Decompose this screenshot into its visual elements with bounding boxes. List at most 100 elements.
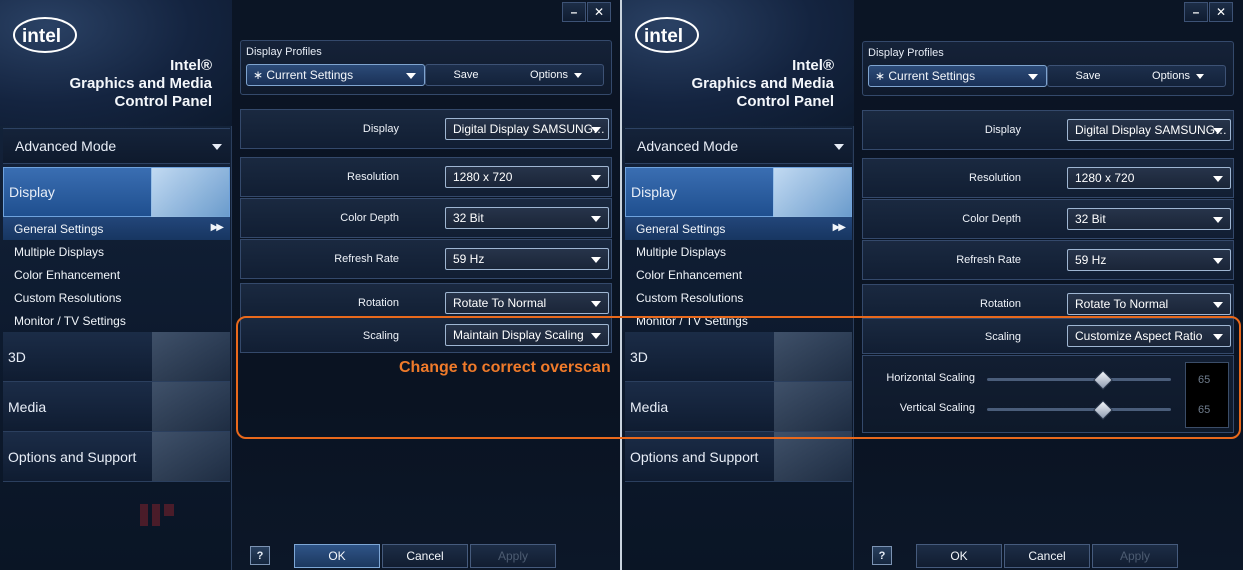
refresh-rate-select[interactable]: 59 Hz	[1067, 249, 1231, 271]
apply-button[interactable]: Apply	[470, 544, 556, 568]
chevron-down-icon	[1213, 128, 1223, 134]
chevron-down-icon	[591, 127, 601, 133]
app-title-line-2: Graphics and Media	[691, 75, 834, 92]
options-label: Options	[1152, 70, 1190, 82]
refresh-rate-row: Refresh Rate 59 Hz	[862, 240, 1234, 280]
refresh-rate-select[interactable]: 59 Hz	[445, 248, 609, 270]
3d-shapes-icon	[152, 332, 230, 381]
nav-label: Monitor / TV Settings	[14, 313, 126, 328]
nav-color-enhancement[interactable]: Color Enhancement	[3, 263, 230, 286]
nav-custom-resolutions[interactable]: Custom Resolutions	[625, 286, 852, 309]
display-value: Digital Display SAMSUNG…	[1075, 123, 1228, 137]
color-depth-value: 32 Bit	[453, 211, 484, 225]
category-options-support[interactable]: Options and Support	[3, 432, 230, 482]
color-depth-select[interactable]: 32 Bit	[1067, 208, 1231, 230]
color-depth-label: Color Depth	[340, 212, 399, 224]
nav-label: Color Enhancement	[636, 267, 743, 282]
window-controls: – ✕	[562, 2, 611, 22]
resolution-row: Resolution 1280 x 720	[862, 158, 1234, 198]
apply-button[interactable]: Apply	[1092, 544, 1178, 568]
chevron-down-icon	[591, 301, 601, 307]
chevron-down-icon	[1195, 73, 1204, 79]
nav-color-enhancement[interactable]: Color Enhancement	[625, 263, 852, 286]
chevron-down-icon	[591, 175, 601, 181]
close-button[interactable]: ✕	[587, 2, 611, 22]
ok-button[interactable]: OK	[916, 544, 1002, 568]
profile-dropdown[interactable]: ∗ Current Settings	[868, 65, 1047, 87]
annotation-highlight	[236, 316, 1241, 439]
app-title-line-3: Control Panel	[114, 93, 212, 110]
nav-general-settings[interactable]: General Settings ▶▶	[625, 217, 852, 240]
rotation-label: Rotation	[358, 297, 399, 309]
category-media[interactable]: Media	[3, 382, 230, 432]
resolution-select[interactable]: 1280 x 720	[1067, 167, 1231, 189]
window-controls: – ✕	[1184, 2, 1233, 22]
help-tools-icon	[152, 432, 230, 481]
refresh-rate-label: Refresh Rate	[956, 254, 1021, 266]
chevron-down-icon	[591, 257, 601, 263]
save-button[interactable]: Save	[1053, 65, 1123, 87]
resolution-select[interactable]: 1280 x 720	[445, 166, 609, 188]
category-3d[interactable]: 3D	[3, 332, 230, 382]
chevron-down-icon	[1213, 258, 1223, 264]
cancel-button[interactable]: Cancel	[382, 544, 468, 568]
nav-label: General Settings	[14, 221, 104, 236]
options-button[interactable]: Options	[1133, 65, 1223, 87]
panel-after: intel Intel® Graphics and Media Control …	[622, 0, 1243, 570]
app-title: Intel® Graphics and Media Control Panel	[691, 57, 834, 111]
save-button[interactable]: Save	[431, 64, 501, 86]
nav-multiple-displays[interactable]: Multiple Displays	[625, 240, 852, 263]
display-select[interactable]: Digital Display SAMSUNG…	[445, 118, 609, 140]
category-display[interactable]: Display	[625, 167, 852, 217]
app-title-line-1: Intel®	[170, 57, 212, 74]
nav-multiple-displays[interactable]: Multiple Displays	[3, 240, 230, 263]
chevron-down-icon	[1028, 74, 1038, 80]
apply-label: Apply	[497, 549, 529, 563]
ok-label: OK	[950, 549, 968, 563]
options-label: Options	[530, 69, 568, 81]
color-depth-select[interactable]: 32 Bit	[445, 207, 609, 229]
category-label: Display	[9, 184, 55, 200]
display-row: Display Digital Display SAMSUNG…	[240, 109, 612, 149]
mode-selector[interactable]: Advanced Mode	[625, 128, 852, 164]
color-depth-row: Color Depth 32 Bit	[862, 199, 1234, 239]
category-display[interactable]: Display	[3, 167, 230, 217]
rotation-label: Rotation	[980, 298, 1021, 310]
minimize-button[interactable]: –	[562, 2, 586, 22]
profile-value: ∗ Current Settings	[875, 69, 976, 83]
svg-text:intel: intel	[22, 26, 61, 47]
mode-selector[interactable]: Advanced Mode	[3, 128, 230, 164]
display-select[interactable]: Digital Display SAMSUNG…	[1067, 119, 1231, 141]
ok-button[interactable]: OK	[294, 544, 380, 568]
mode-label: Advanced Mode	[637, 138, 739, 154]
chevron-down-icon	[1213, 302, 1223, 308]
refresh-rate-label: Refresh Rate	[334, 253, 399, 265]
category-label: Media	[8, 398, 47, 415]
watermark-logo	[140, 504, 174, 526]
help-button[interactable]: ?	[250, 546, 270, 565]
chevron-down-icon	[591, 216, 601, 222]
display-row: Display Digital Display SAMSUNG…	[862, 110, 1234, 150]
cancel-button[interactable]: Cancel	[1004, 544, 1090, 568]
help-button[interactable]: ?	[872, 546, 892, 565]
rotation-select[interactable]: Rotate To Normal	[445, 292, 609, 314]
profile-dropdown[interactable]: ∗ Current Settings	[246, 64, 425, 86]
double-chevron-right-icon: ▶▶	[210, 222, 224, 233]
refresh-rate-value: 59 Hz	[1075, 253, 1107, 267]
resolution-value: 1280 x 720	[1075, 171, 1135, 185]
minimize-button[interactable]: –	[1184, 2, 1208, 22]
app-title: Intel® Graphics and Media Control Panel	[69, 57, 212, 111]
display-profiles: Display Profiles ∗ Current Settings Save…	[862, 41, 1234, 96]
chevron-down-icon	[573, 72, 582, 78]
nav-general-settings[interactable]: General Settings ▶▶	[3, 217, 230, 240]
resolution-value: 1280 x 720	[453, 170, 513, 184]
options-button[interactable]: Options	[511, 64, 601, 86]
double-chevron-right-icon: ▶▶	[832, 222, 846, 233]
annotation-text: Change to correct overscan	[399, 359, 611, 376]
close-button[interactable]: ✕	[1209, 2, 1233, 22]
nav-custom-resolutions[interactable]: Custom Resolutions	[3, 286, 230, 309]
nav-monitor-tv-settings[interactable]: Monitor / TV Settings	[3, 309, 230, 332]
question-icon: ?	[878, 549, 886, 562]
category-options-support[interactable]: Options and Support	[625, 432, 852, 482]
rotation-select[interactable]: Rotate To Normal	[1067, 293, 1231, 315]
